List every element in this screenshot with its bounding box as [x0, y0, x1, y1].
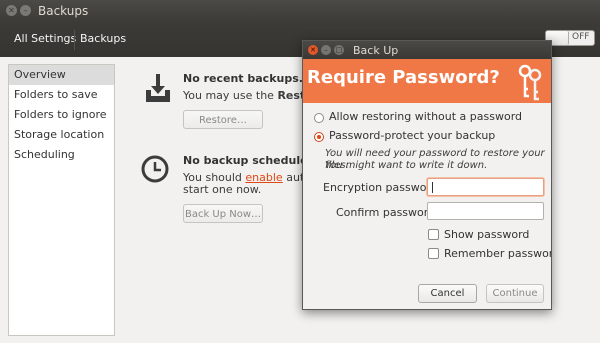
- text-caret: [432, 182, 433, 193]
- allow-restore-radio[interactable]: [314, 113, 324, 123]
- restore-button[interactable]: Restore…: [183, 110, 263, 129]
- breadcrumb-backups[interactable]: Backups: [80, 32, 126, 45]
- toggle-state-label: OFF: [572, 32, 590, 42]
- close-icon[interactable]: ✕: [6, 5, 17, 16]
- dialog-maximize-icon[interactable]: □: [334, 45, 344, 55]
- window-titlebar: ✕ – Backups: [0, 0, 600, 22]
- back-up-dialog: ✕ – □ Back Up Require Password? Allow re…: [302, 40, 552, 310]
- restore-desc-prefix: You may use the: [183, 89, 278, 102]
- sidebar-item-folders-to-save[interactable]: Folders to save: [9, 85, 114, 105]
- require-password-heading: Require Password?: [307, 67, 500, 88]
- show-password-checkbox[interactable]: [428, 229, 439, 240]
- sidebar: Overview Folders to save Folders to igno…: [8, 64, 115, 336]
- dialog-title: Back Up: [353, 44, 399, 57]
- keys-icon: [518, 64, 542, 101]
- password-protect-radio[interactable]: [314, 132, 324, 142]
- back-up-now-button[interactable]: Back Up Now…: [183, 204, 263, 223]
- window-title: Backups: [38, 4, 89, 18]
- allow-restore-label[interactable]: Allow restoring without a password: [329, 110, 522, 123]
- confirm-password-label: Confirm password: [336, 206, 436, 219]
- backups-toggle-switch[interactable]: OFF: [545, 30, 595, 46]
- dialog-close-icon[interactable]: ✕: [308, 45, 318, 55]
- dialog-titlebar: ✕ – □ Back Up: [303, 41, 551, 59]
- remember-password-checkbox[interactable]: [428, 248, 439, 259]
- encryption-password-field[interactable]: [427, 178, 544, 196]
- remember-password-label[interactable]: Remember password: [444, 247, 551, 260]
- sidebar-item-folders-to-ignore[interactable]: Folders to ignore: [9, 105, 114, 125]
- show-password-label[interactable]: Show password: [444, 228, 529, 241]
- dialog-header: Require Password?: [303, 59, 551, 103]
- no-recent-backups-heading: No recent backups.: [183, 72, 303, 85]
- password-note-line2: You might want to write it down.: [325, 160, 488, 171]
- sidebar-item-overview[interactable]: Overview: [9, 65, 114, 85]
- confirm-password-field[interactable]: [427, 202, 544, 220]
- clock-icon: [141, 155, 169, 183]
- encryption-password-label: Encryption password: [323, 181, 438, 194]
- continue-button[interactable]: Continue: [486, 284, 544, 303]
- cancel-button[interactable]: Cancel: [418, 284, 477, 303]
- all-settings-button[interactable]: All Settings: [14, 32, 76, 45]
- minimize-icon[interactable]: –: [20, 5, 31, 16]
- archive-icon: [146, 74, 170, 102]
- dialog-minimize-icon[interactable]: –: [321, 45, 331, 55]
- sidebar-item-scheduling[interactable]: Scheduling: [9, 145, 114, 165]
- breadcrumb-separator: [74, 30, 75, 50]
- no-backup-scheduled-heading: No backup scheduled.: [183, 154, 320, 167]
- sidebar-item-storage-location[interactable]: Storage location: [9, 125, 114, 145]
- password-protect-label[interactable]: Password-protect your backup: [329, 129, 495, 142]
- schedule-description-line2: start one now.: [183, 183, 262, 196]
